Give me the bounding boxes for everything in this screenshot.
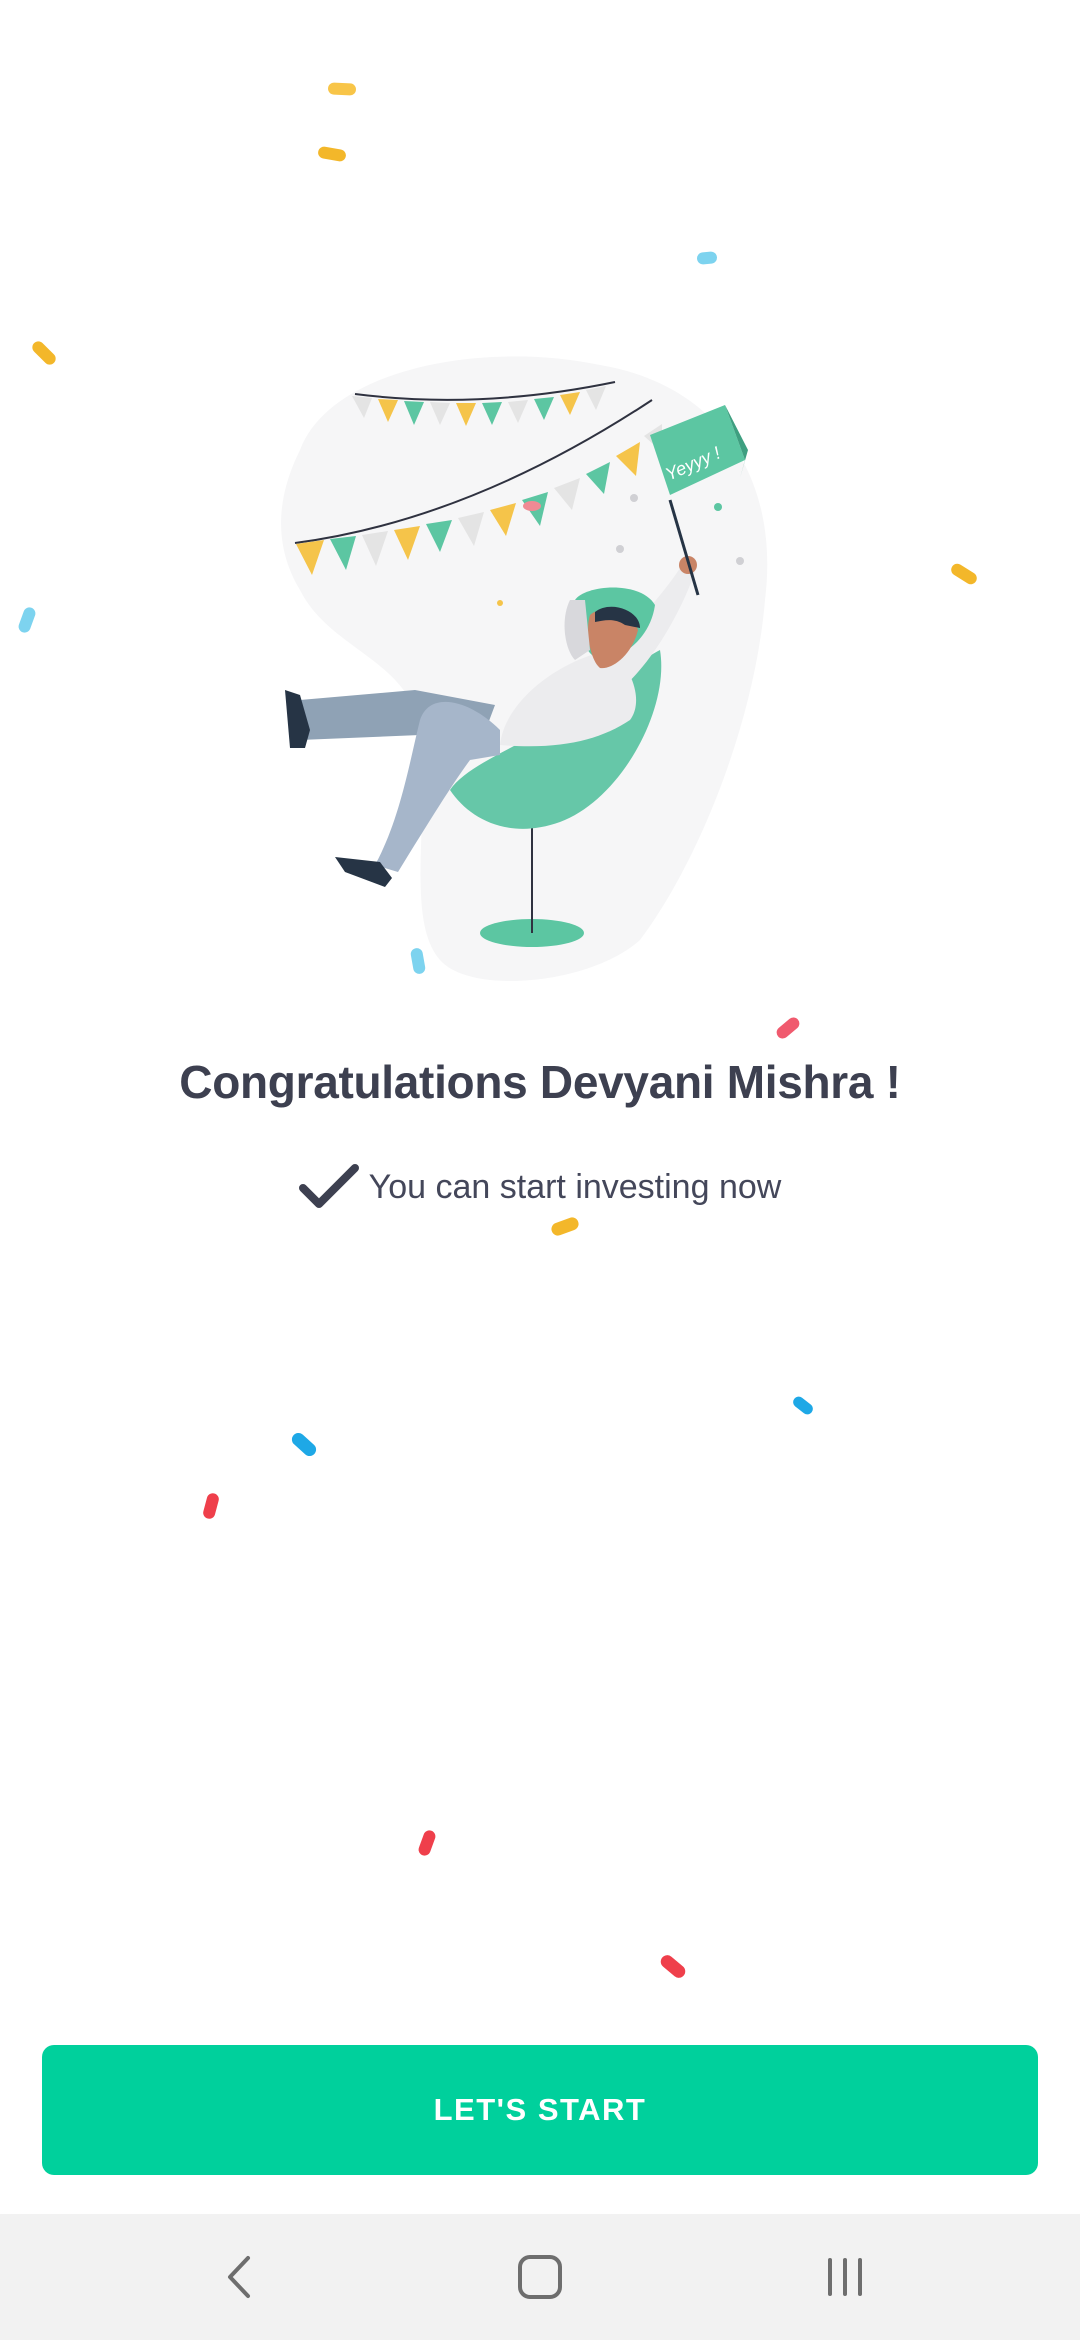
- confetti: [658, 1952, 688, 1981]
- back-chevron-icon: [228, 2256, 250, 2298]
- checkmark-icon: [298, 1164, 359, 1208]
- lets-start-label: LET'S START: [433, 2092, 647, 2127]
- celebration-illustration: Yeyyy !: [281, 356, 768, 982]
- back-button[interactable]: [195, 2237, 285, 2317]
- recent-apps-icon: [828, 2258, 862, 2296]
- confetti: [416, 1828, 438, 1858]
- confetti: [790, 1394, 816, 1417]
- lets-start-button[interactable]: LET'S START: [42, 2045, 1038, 2175]
- confetti: [201, 1491, 221, 1521]
- confetti: [774, 1015, 802, 1041]
- confetti: [696, 251, 718, 265]
- home-square-icon: [518, 2255, 562, 2299]
- system-navigation-bar: [0, 2214, 1080, 2340]
- confetti: [948, 561, 980, 587]
- confetti: [289, 1430, 319, 1459]
- congratulations-title: Congratulations Devyani Mishra !: [179, 1056, 901, 1108]
- home-button[interactable]: [495, 2237, 585, 2317]
- subtitle-text: You can start investing now: [368, 1167, 782, 1206]
- confetti: [29, 338, 59, 368]
- confetti: [317, 145, 347, 163]
- success-screen: Yeyyy ! Congratulations Devyani Mishra !…: [0, 0, 1080, 2340]
- confetti: [16, 605, 38, 635]
- confetti: [327, 82, 357, 96]
- subtitle-row: You can start investing now: [0, 1162, 1080, 1212]
- confetti: [549, 1215, 581, 1238]
- recent-apps-button[interactable]: [800, 2237, 890, 2317]
